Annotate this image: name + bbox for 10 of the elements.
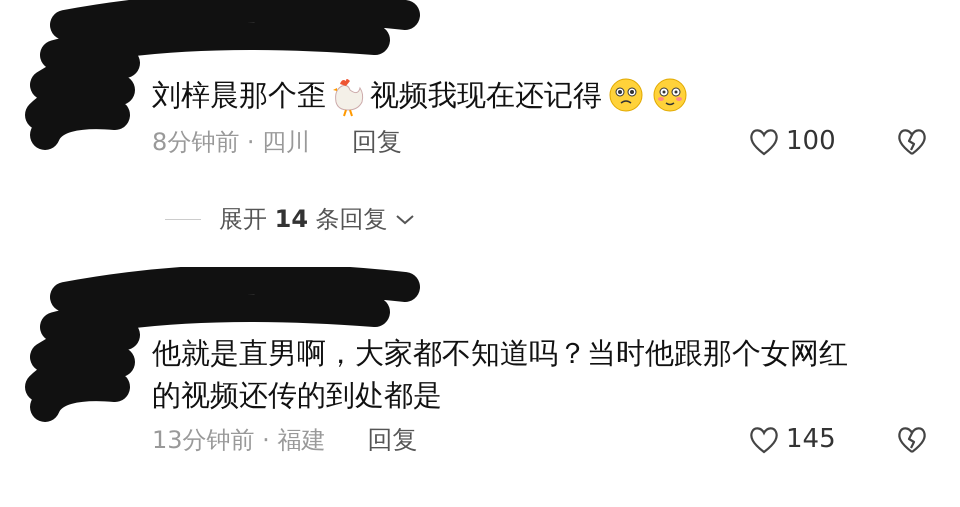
- comment-text: 刘梓晨那个歪: [152, 77, 326, 114]
- expand-replies-link[interactable]: 展开 14 条回复: [219, 201, 388, 237]
- comment-meta: 13分钟前 · 福建: [152, 424, 326, 456]
- reply-link[interactable]: 回复: [367, 420, 418, 458]
- comment-meta: 8分钟前 · 四川: [152, 126, 310, 158]
- like-count: 145: [786, 423, 837, 456]
- like-count: 100: [786, 125, 837, 158]
- reply-link[interactable]: 回复: [352, 122, 402, 160]
- comment-text: 他就是直男啊，大家都不知道吗？当时他跟那个女网红的视频还传的到处都是: [152, 335, 849, 414]
- comment-text: 视频我现在还记得: [370, 77, 602, 114]
